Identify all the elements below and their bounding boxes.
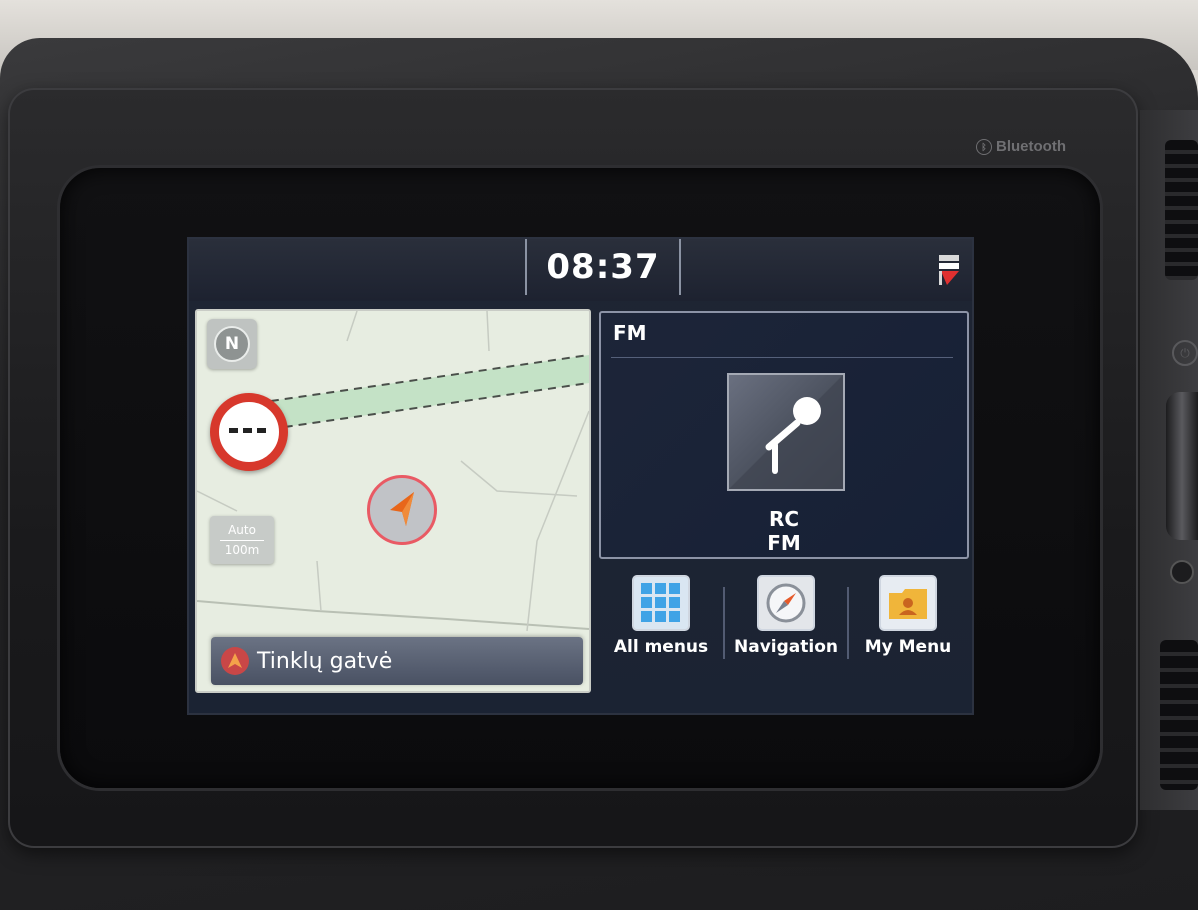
current-street-bar[interactable]: Tinklų gatvė [211,637,583,685]
compass-button[interactable]: N [207,319,257,369]
station-name: RC [768,507,800,531]
navigation-arrow-icon [390,492,414,526]
grid-icon [632,575,690,631]
microphone-icon [727,373,845,491]
zoom-mode-label: Auto [228,522,256,537]
scale-label: 100m [224,542,260,557]
my-menu-button[interactable]: My Menu [848,575,968,675]
clock: 08:37 [546,247,660,287]
no-overtaking-sign-icon [210,393,288,471]
zoom-divider [220,539,264,541]
bluetooth-icon: ᛒ [976,138,992,155]
compass-icon [757,575,815,631]
all-menus-label: All menus [613,637,709,657]
clock-frame: 08:37 [525,239,681,295]
my-menu-label: My Menu [864,637,952,657]
map-view[interactable]: N Auto 100m Tinklų gatvė [195,309,591,693]
navigation-button[interactable]: Navigation [726,575,846,675]
shortcut-separator [723,587,725,659]
signal-flag-icon [939,255,959,285]
volume-knob[interactable] [1166,392,1198,540]
sign-dashes [229,428,271,433]
street-name: Tinklų gatvė [257,648,393,674]
radio-source-title: FM [613,321,647,345]
bluetooth-label: Bluetooth [996,138,1066,155]
compass-north-label: N [224,334,240,354]
air-vent-upper [1165,140,1198,280]
zoom-scale-button[interactable]: Auto 100m [210,516,274,564]
navigation-label: Navigation [734,637,838,657]
radio-widget[interactable]: FM RC FM [599,311,969,559]
air-vent-lower [1160,640,1198,790]
infotainment-screen: 08:37 N Auto 100m Tinklų gatvė FM RC FM … [187,237,974,715]
folder-person-icon [879,575,937,631]
knob-button[interactable] [1170,560,1194,584]
status-bar: 08:37 [189,239,972,301]
radio-divider [611,357,953,358]
compass-icon: N [214,326,250,362]
station-band: FM [767,531,801,555]
vehicle-position-marker [367,475,437,545]
power-icon[interactable]: ⏻ [1172,340,1198,366]
bluetooth-logo: ᛒ Bluetooth [976,138,1066,155]
all-menus-button[interactable]: All menus [601,575,721,675]
direction-arrow-icon [221,647,249,675]
